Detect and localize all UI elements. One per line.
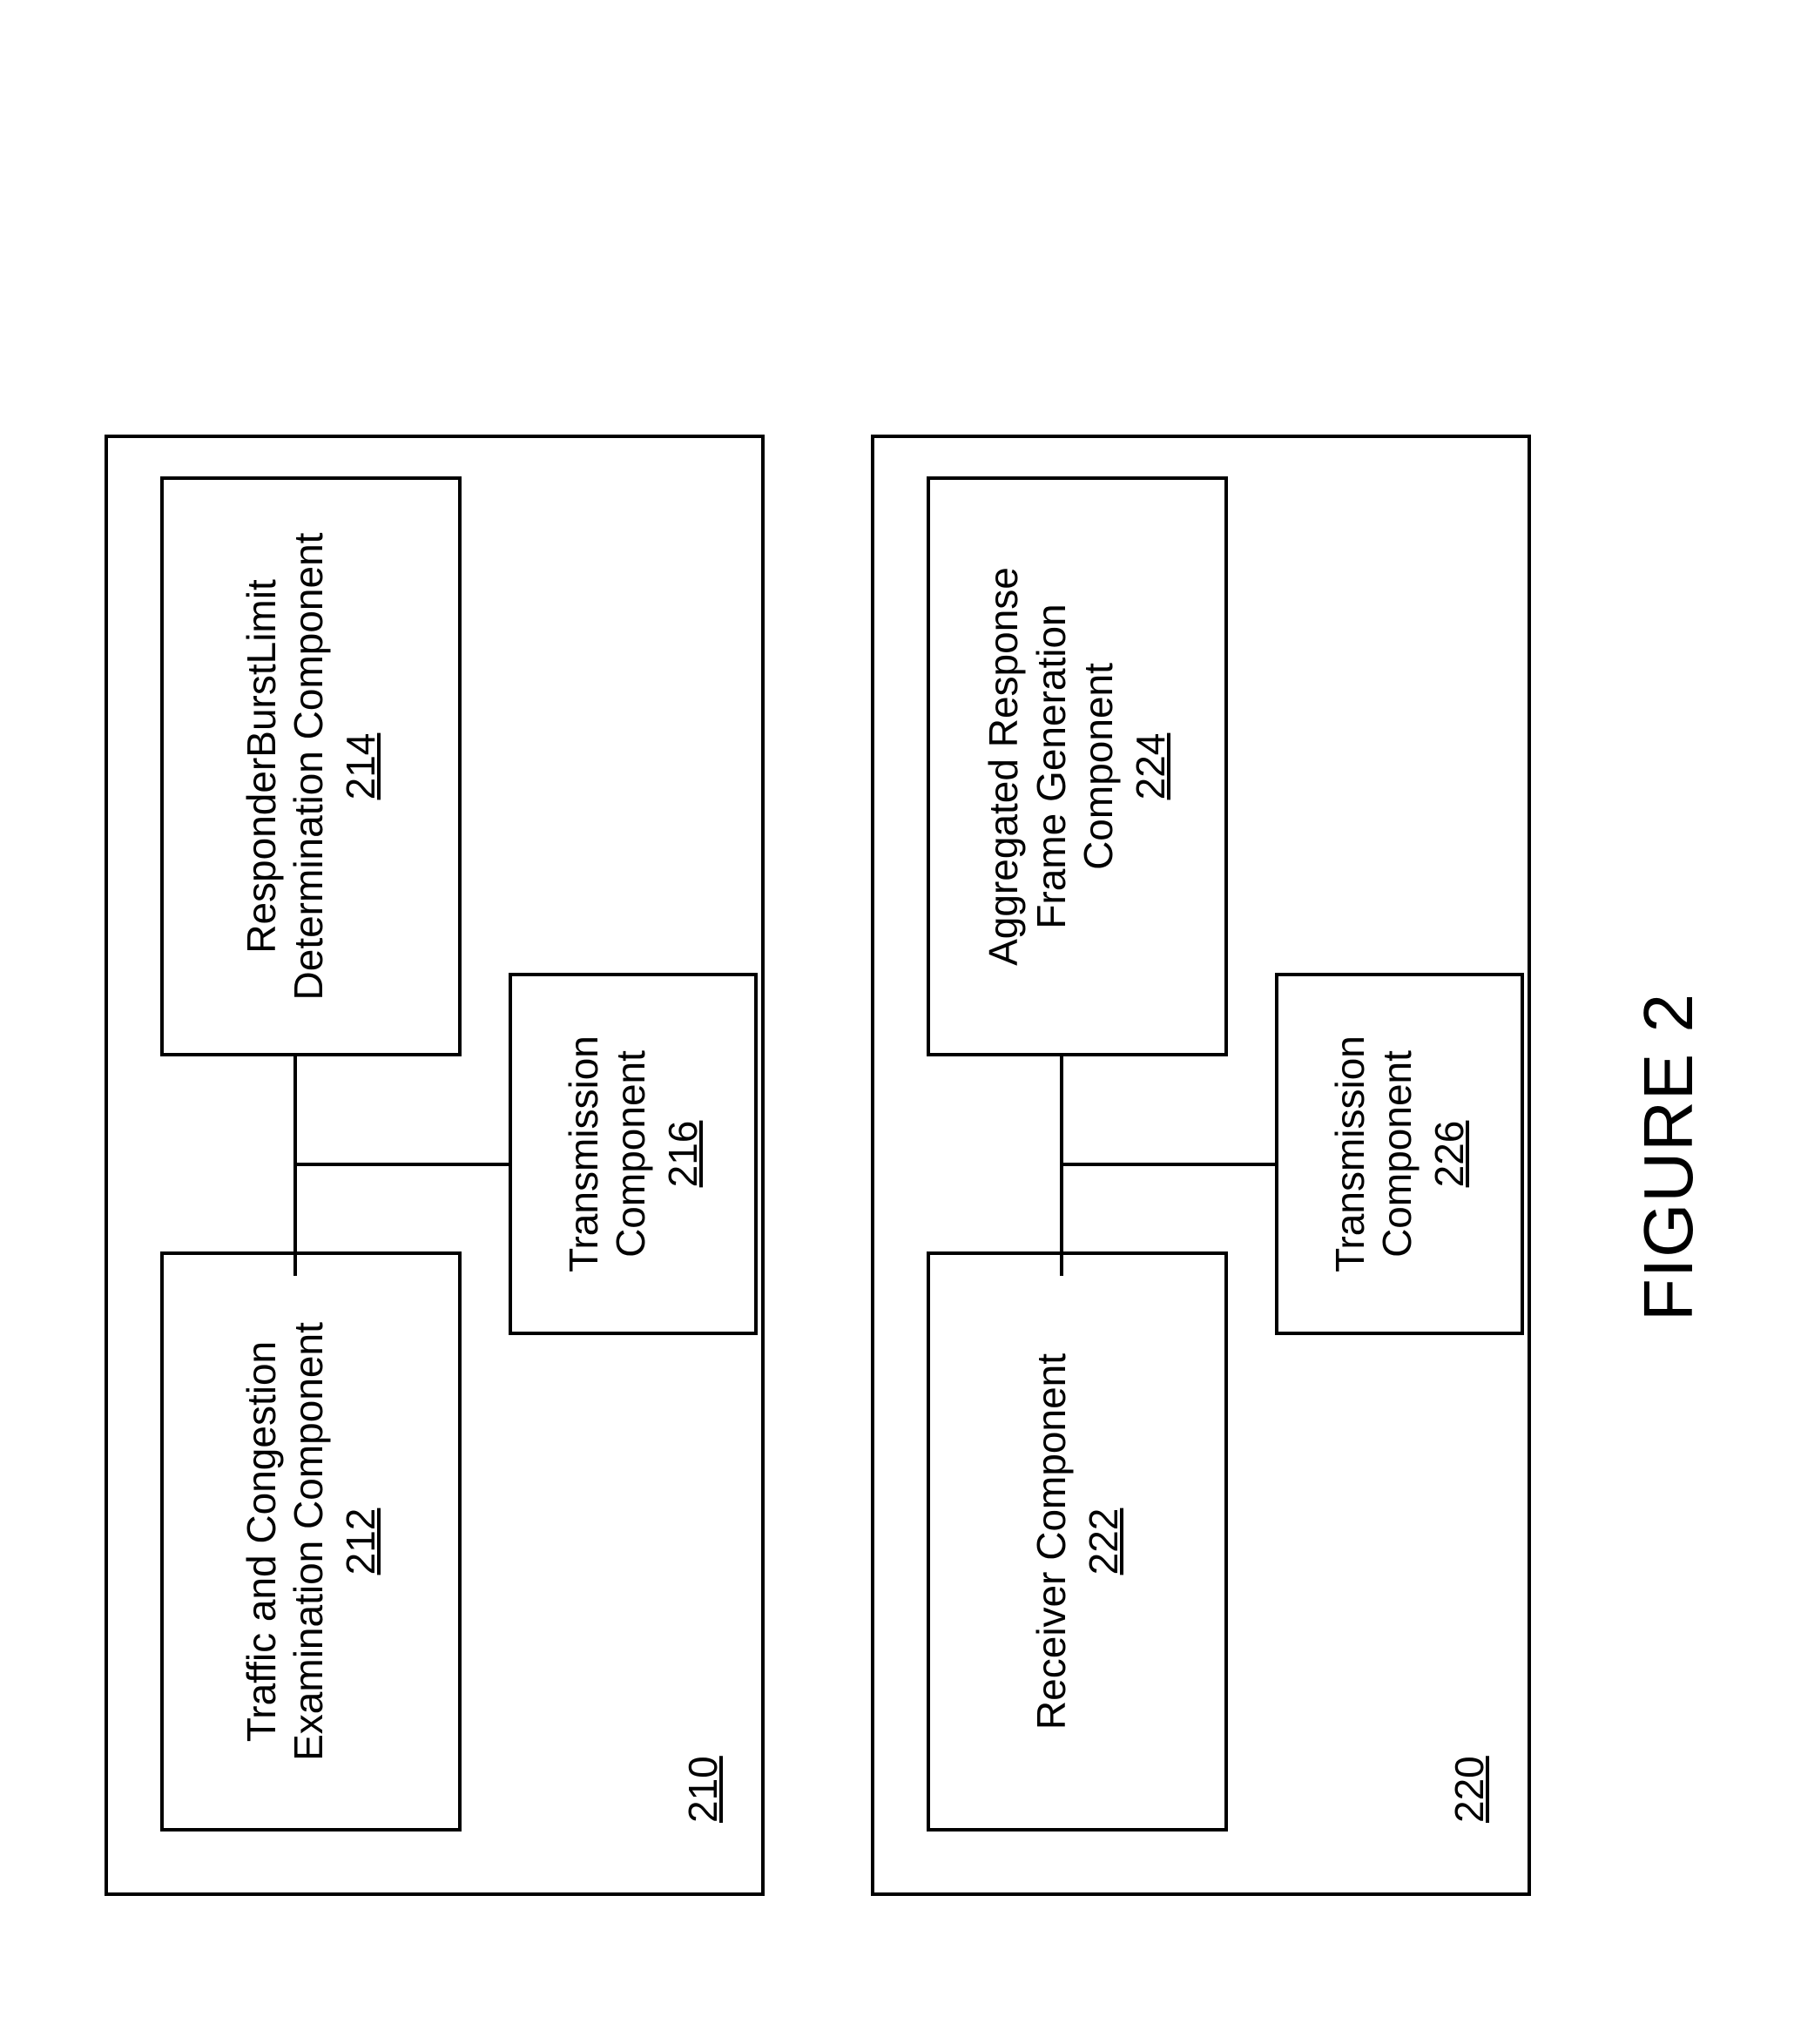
box-216-ref: 216 (659, 1121, 706, 1188)
box-226: Transmission Component 226 (1275, 973, 1524, 1335)
box-212: Traffic and Congestion Examination Compo… (160, 1251, 462, 1832)
box-212-line1: Traffic and Congestion (238, 1341, 285, 1742)
module-210-ref: 210 (679, 1756, 726, 1823)
box-214-line1: ResponderBurstLimit (238, 579, 285, 954)
box-224-line3: Component (1075, 663, 1122, 870)
module-220: Receiver Component 222 Aggregated Respon… (871, 435, 1531, 1896)
connector-mid-216 (293, 1163, 509, 1166)
diagram-canvas: Traffic and Congestion Examination Compo… (0, 0, 1794, 2044)
box-212-ref: 212 (337, 1508, 384, 1575)
box-214-line2: Determination Component (285, 533, 332, 1001)
box-224: Aggregated Response Frame Generation Com… (927, 476, 1228, 1056)
box-216: Transmission Component 216 (509, 973, 758, 1335)
box-224-line2: Frame Generation (1028, 604, 1075, 928)
box-226-line1: Transmission (1326, 1035, 1373, 1272)
box-224-line1: Aggregated Response (980, 567, 1027, 966)
box-216-line1: Transmission (560, 1035, 607, 1272)
box-224-ref: 224 (1127, 733, 1174, 800)
connector-222-224 (1060, 1056, 1063, 1276)
box-222-ref: 222 (1080, 1508, 1127, 1575)
figure-caption: FIGURE 2 (1629, 993, 1709, 1321)
module-220-ref: 220 (1446, 1756, 1493, 1823)
connector-mid-226 (1060, 1163, 1275, 1166)
box-214-ref: 214 (337, 733, 384, 800)
module-210: Traffic and Congestion Examination Compo… (105, 435, 765, 1896)
box-216-line2: Component (607, 1050, 654, 1258)
box-222-line1: Receiver Component (1028, 1353, 1075, 1730)
page: Traffic and Congestion Examination Compo… (0, 0, 1794, 2044)
box-214: ResponderBurstLimit Determination Compon… (160, 476, 462, 1056)
box-222: Receiver Component 222 (927, 1251, 1228, 1832)
box-212-line2: Examination Component (285, 1322, 332, 1761)
box-226-line2: Component (1373, 1050, 1420, 1258)
box-226-ref: 226 (1426, 1121, 1473, 1188)
connector-212-214 (293, 1056, 297, 1276)
